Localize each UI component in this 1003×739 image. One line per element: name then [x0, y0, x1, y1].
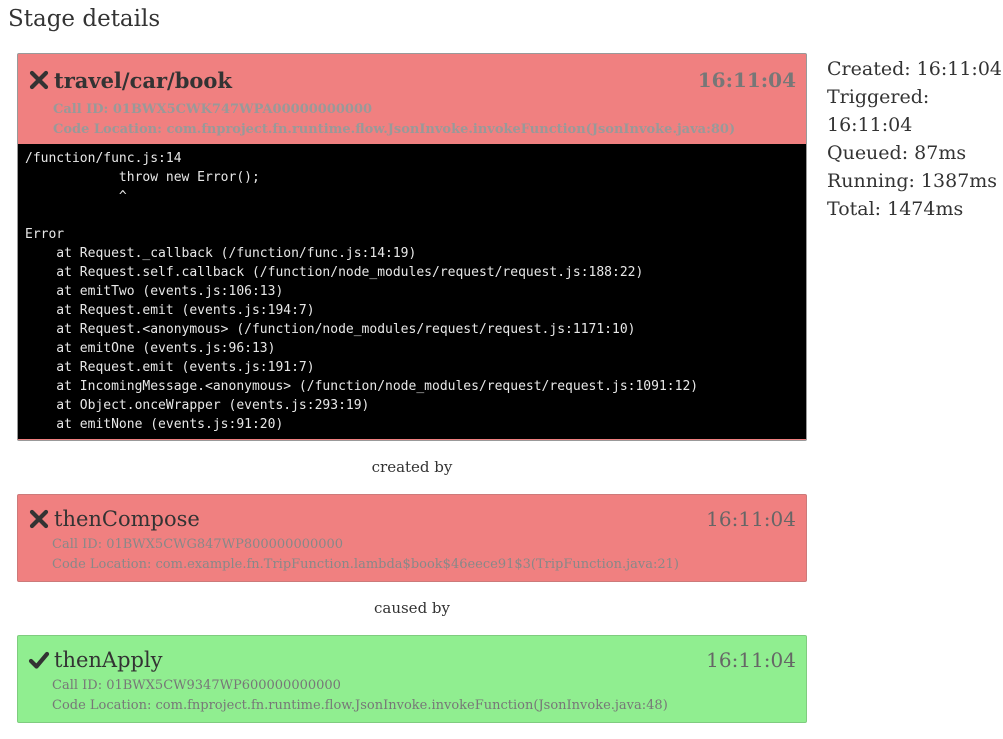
- stack-trace: /function/func.js:14 throw new Error(); …: [18, 144, 806, 439]
- stat-running: Running: 1387ms: [827, 170, 998, 192]
- creator-stage-time: 16:11:04: [706, 507, 796, 531]
- cause-stage-code-location: Code Location: com.fnproject.fn.runtime.…: [52, 698, 668, 713]
- stat-created: Created: 16:11:04: [827, 58, 1003, 80]
- creator-stage-name: thenCompose: [54, 507, 200, 531]
- primary-stage-call-id: Call ID: 01BWX5CWK747WPA00000000000: [53, 102, 373, 117]
- relation-caused-by: caused by: [373, 599, 451, 617]
- creator-stage-code-location: Code Location: com.example.fn.TripFuncti…: [52, 557, 679, 572]
- stage-column: travel/car/book 16:11:04 Call ID: 01BWX5…: [17, 53, 807, 723]
- creator-stage-card[interactable]: thenCompose 16:11:04 Call ID: 01BWX5CWG8…: [17, 494, 807, 582]
- cross-icon: [28, 69, 50, 91]
- primary-stage-card: travel/car/book 16:11:04 Call ID: 01BWX5…: [17, 53, 807, 441]
- creator-stage-header: thenCompose 16:11:04 Call ID: 01BWX5CWG8…: [18, 495, 806, 583]
- cause-stage-name: thenApply: [54, 648, 163, 672]
- primary-stage-time: 16:11:04: [697, 68, 796, 92]
- cause-stage-header: thenApply 16:11:04 Call ID: 01BWX5CW9347…: [18, 636, 806, 724]
- cause-stage-card[interactable]: thenApply 16:11:04 Call ID: 01BWX5CW9347…: [17, 635, 807, 723]
- stat-triggered: Triggered: 16:11:04: [827, 86, 930, 136]
- creator-stage-title-row: thenCompose: [28, 505, 796, 533]
- cause-stage-title-row: thenApply: [28, 646, 796, 674]
- stat-queued: Queued: 87ms: [827, 142, 967, 164]
- stage-stats: Created: 16:11:04 Triggered: 16:11:04 Qu…: [827, 55, 1003, 223]
- check-icon: [28, 649, 50, 671]
- page-title: Stage details: [8, 6, 161, 32]
- creator-stage-call-id: Call ID: 01BWX5CWG847WP800000000000: [52, 537, 344, 552]
- primary-stage-title-row: travel/car/book: [28, 66, 796, 94]
- cause-stage-call-id: Call ID: 01BWX5CW9347WP600000000000: [52, 678, 341, 693]
- primary-stage-header: travel/car/book 16:11:04 Call ID: 01BWX5…: [18, 54, 806, 144]
- primary-stage-code-location: Code Location: com.fnproject.fn.runtime.…: [53, 122, 736, 137]
- cause-stage-time: 16:11:04: [706, 648, 796, 672]
- stat-total: Total: 1474ms: [827, 198, 964, 220]
- relation-created-by: created by: [371, 458, 453, 476]
- primary-stage-name: travel/car/book: [54, 67, 232, 93]
- cross-icon: [28, 508, 50, 530]
